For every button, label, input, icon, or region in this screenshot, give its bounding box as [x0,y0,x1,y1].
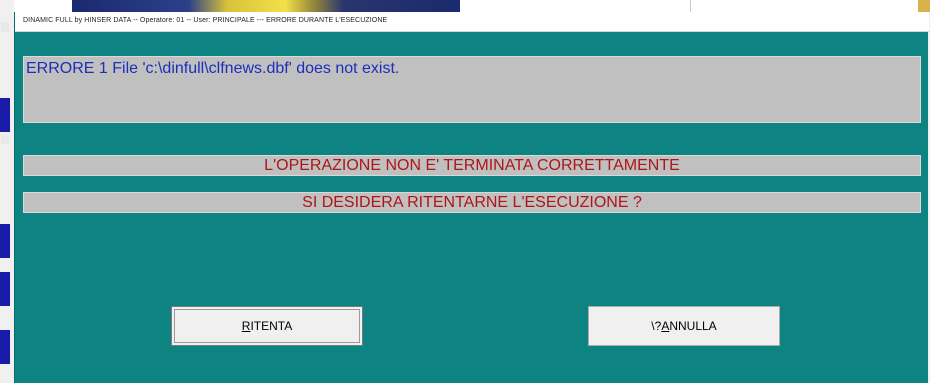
background-image-strip [72,0,460,12]
screen: DINAMIC FULL by HINSER DATA -- Operatore… [0,0,930,383]
cancel-button-label: NNULLA [669,319,717,333]
retry-button[interactable]: RITENTA [171,306,363,346]
error-message-panel: ERRORE 1 File 'c:\dinfull\clfnews.dbf' d… [23,56,921,123]
background-image-strip [918,0,930,12]
background-window-fragment [0,272,10,306]
error-message: ERRORE 1 File 'c:\dinfull\clfnews.dbf' d… [26,60,400,77]
background-window-fragment [1,134,9,144]
background-window-edge [0,0,14,383]
retry-button-label: ITENTA [250,319,293,333]
background-window-fragment [1,22,9,32]
background-divider [690,0,691,12]
retry-question-message: SI DESIDERA RITENTARNE L'ESECUZIONE ? [23,192,921,213]
cancel-button[interactable]: \?ANNULLA [588,306,780,346]
background-window-fragment [0,224,10,258]
background-window-fragment [0,98,10,132]
background-window-fragment [0,330,10,364]
cancel-button-prefix: \? [651,319,662,333]
dialog-titlebar[interactable]: DINAMIC FULL by HINSER DATA -- Operatore… [15,12,929,32]
dialog-title: DINAMIC FULL by HINSER DATA -- Operatore… [23,17,388,24]
error-dialog: DINAMIC FULL by HINSER DATA -- Operatore… [14,12,929,383]
operation-failed-message: L'OPERAZIONE NON E' TERMINATA CORRETTAME… [23,155,921,176]
